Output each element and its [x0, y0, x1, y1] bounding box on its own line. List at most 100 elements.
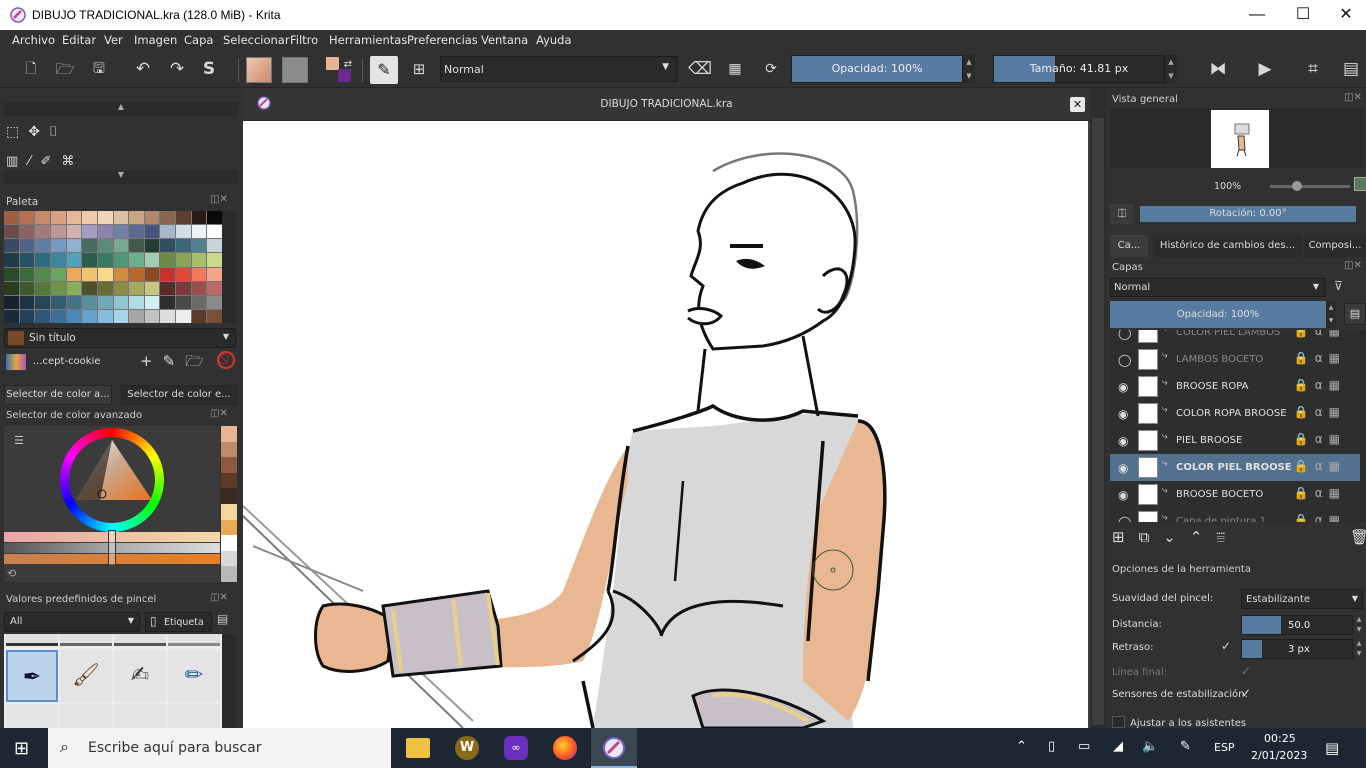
palette-swatch[interactable]	[191, 225, 207, 239]
palette-swatch[interactable]	[129, 267, 144, 281]
recent-colors-strip[interactable]	[221, 426, 237, 582]
palette-swatch[interactable]	[191, 281, 207, 295]
blend-mode-select[interactable]: Normal ▼	[440, 56, 678, 82]
delay-slider[interactable]: 3 px	[1241, 639, 1353, 659]
color-slider-handle[interactable]	[108, 530, 116, 566]
palette-swatch[interactable]	[35, 267, 50, 281]
palette-swatch[interactable]	[66, 239, 82, 253]
canvas-scroll-thumb[interactable]	[1092, 118, 1104, 725]
palette-swatch[interactable]	[35, 253, 50, 267]
palette-swatch[interactable]	[129, 211, 144, 225]
palette-swatch[interactable]	[50, 239, 66, 253]
palette-name-select[interactable]: Sin título ▼	[4, 328, 236, 348]
transform-tools-row[interactable]: ⬚✥⌷	[6, 124, 66, 140]
brush-preset-grid[interactable]: ✒ 🖌 ✍ ✏	[4, 634, 222, 728]
menu-editar[interactable]: Editar	[62, 33, 96, 47]
rotation-slider[interactable]: Rotación: 0.00°	[1140, 206, 1356, 222]
layer-list-scrollbar[interactable]	[1360, 330, 1366, 522]
menu-ver[interactable]: Ver	[104, 33, 123, 47]
brush-preset-marker[interactable]	[114, 634, 166, 646]
palette-swatch[interactable]	[97, 281, 113, 295]
stabilizer-sensors-checkbox[interactable]: ✓	[1241, 687, 1254, 700]
brush-preset-pencil[interactable]: ✏	[168, 650, 220, 702]
palette-swatch[interactable]	[66, 281, 82, 295]
save-icon[interactable]: 🖫	[88, 58, 110, 80]
layer-row[interactable]: ◉ ⤷ COLOR ROPA BROOSE 🔒α▦	[1110, 400, 1360, 427]
brush-preset-row3-2[interactable]	[60, 704, 112, 728]
palette-swatch[interactable]	[160, 225, 176, 239]
palette-swatch[interactable]	[35, 281, 50, 295]
brush-preset-brush[interactable]: 🖌	[60, 650, 112, 702]
palette-actions[interactable]: +✎🗁	[140, 351, 214, 376]
palette-swatch[interactable]	[97, 239, 113, 253]
palette-swatch[interactable]	[4, 211, 19, 225]
krita-taskbar-button[interactable]	[591, 728, 637, 768]
palette-swatch[interactable]	[191, 211, 207, 225]
brush-docker-buttons[interactable]: ◫✕	[210, 592, 228, 603]
palette-swatch[interactable]	[191, 309, 207, 323]
tab-undo-history[interactable]: Histórico de cambios des...	[1153, 235, 1302, 257]
palette-swatch[interactable]	[129, 295, 144, 309]
layer-visibility-icon[interactable]: ◯	[1118, 353, 1131, 367]
layer-blend-mode-select[interactable]: Normal ▼	[1110, 278, 1326, 297]
brush-preset-pen[interactable]: ✍	[114, 650, 166, 702]
mirror-horizontal-icon[interactable]: ⧓	[1207, 58, 1229, 80]
palette-swatch[interactable]	[144, 267, 160, 281]
brush-smoothing-select[interactable]: Estabilizante ▼	[1241, 589, 1363, 609]
layer-opacity-spin[interactable]: ▲ ▼	[1326, 301, 1336, 328]
layer-visibility-icon[interactable]: ◉	[1118, 407, 1128, 421]
layer-visibility-icon[interactable]: ◉	[1118, 380, 1128, 394]
brush-view-options-icon[interactable]: ▤	[217, 612, 228, 626]
palette-swatch[interactable]	[35, 239, 50, 253]
palette-swatch[interactable]	[19, 239, 35, 253]
mirror-view-icon[interactable]: ⎅	[1110, 204, 1134, 224]
brush-tag-filter-select[interactable]: All ▼	[4, 612, 140, 632]
palette-swatch[interactable]	[35, 309, 50, 323]
recent-color-swatch[interactable]	[221, 566, 237, 582]
recent-color-swatch[interactable]	[221, 550, 237, 567]
palette-swatch[interactable]	[176, 267, 191, 281]
palette-swatch[interactable]	[50, 267, 66, 281]
palette-swatch[interactable]	[35, 295, 50, 309]
palette-swatch[interactable]	[144, 309, 160, 323]
close-window-button[interactable]: ✕	[1323, 0, 1366, 30]
tab-color-selector-advanced[interactable]: Selector de color a...	[4, 385, 112, 405]
palette-swatch[interactable]	[113, 295, 129, 309]
recent-color-swatch[interactable]	[221, 472, 237, 489]
palette-swatch[interactable]	[207, 281, 222, 295]
workspace-icon[interactable]: S	[198, 58, 220, 80]
minimize-button[interactable]: —	[1234, 0, 1280, 30]
palette-swatch[interactable]	[97, 295, 113, 309]
tag-button[interactable]: ▯ Etiqueta	[145, 612, 212, 632]
drawing-canvas[interactable]	[243, 121, 1088, 728]
palette-swatch[interactable]	[97, 225, 113, 239]
palette-swatch[interactable]	[97, 267, 113, 281]
layer-actions-bar[interactable]: ⊞⧉⌄⌃⩸	[1112, 528, 1239, 546]
layer-visibility-icon[interactable]: ◯	[1118, 515, 1131, 522]
palette-swatch[interactable]	[4, 309, 19, 323]
app-mask-icon[interactable]: ∞	[504, 736, 528, 760]
layer-lock-alpha-icons[interactable]: 🔒α▦	[1294, 513, 1346, 522]
palette-swatch[interactable]	[35, 211, 50, 225]
palette-swatch[interactable]	[191, 295, 207, 309]
brush-preset-icon[interactable]: ✎	[370, 56, 398, 84]
palette-swatch[interactable]	[50, 211, 66, 225]
palette-swatch[interactable]	[129, 253, 144, 267]
palette-swatch[interactable]	[82, 225, 97, 239]
layer-row[interactable]: ◯ ⤷ COLOR PIEL LAMBOS 🔒α▦	[1110, 330, 1360, 346]
layers-docker-buttons[interactable]: ◫✕	[1344, 260, 1362, 271]
menu-herramientas[interactable]: Herramientas	[329, 33, 407, 47]
palette-swatch[interactable]	[207, 253, 222, 267]
mirror-vertical-icon[interactable]: ▶	[1254, 58, 1276, 80]
palette-swatch[interactable]	[97, 309, 113, 323]
warcraft-app-icon[interactable]: W	[455, 736, 479, 760]
palette-swatch[interactable]	[176, 309, 191, 323]
palette-swatch[interactable]	[50, 295, 66, 309]
palette-swatch[interactable]	[160, 295, 176, 309]
palette-swatch[interactable]	[113, 253, 129, 267]
pattern-selector-icon[interactable]	[282, 57, 308, 83]
palette-swatch[interactable]	[207, 225, 222, 239]
brush-preset-charcoal[interactable]	[168, 634, 220, 646]
distance-slider[interactable]: 50.0	[1241, 615, 1353, 635]
palette-swatch[interactable]	[144, 225, 160, 239]
